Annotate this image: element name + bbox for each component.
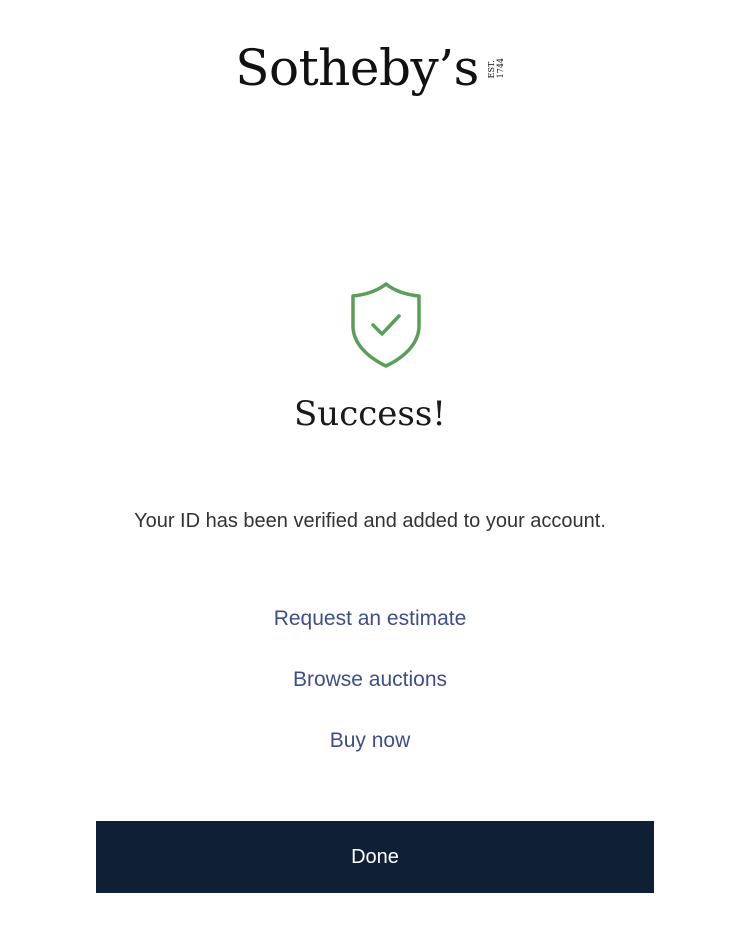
shield-check-icon <box>349 280 423 370</box>
brand-wordmark: Sotheby’s <box>235 39 479 97</box>
brand-est-label: EST. <box>486 60 496 79</box>
browse-auctions-link[interactable]: Browse auctions <box>293 665 447 726</box>
done-button[interactable]: Done <box>96 821 654 893</box>
brand-logo: Sotheby’s EST. 1744 <box>0 38 740 98</box>
request-estimate-link[interactable]: Request an estimate <box>274 604 467 665</box>
brand-est-year: 1744 <box>495 57 505 79</box>
verification-message: Your ID has been verified and added to y… <box>134 510 606 532</box>
buy-now-link[interactable]: Buy now <box>330 726 411 787</box>
page-title: Success! <box>294 394 446 434</box>
brand-est-mark: EST. 1744 <box>487 58 505 78</box>
next-steps-links: Request an estimate Browse auctions Buy … <box>0 604 740 787</box>
